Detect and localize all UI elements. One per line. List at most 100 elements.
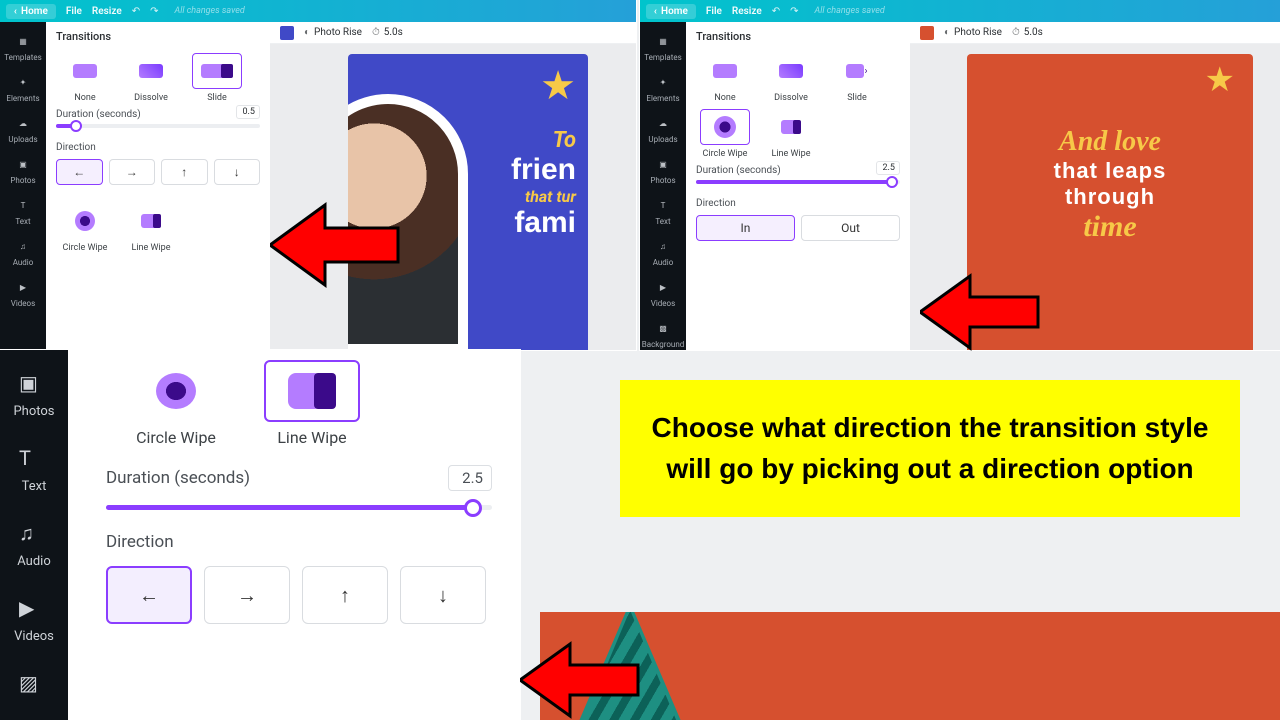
timing-picker[interactable]: ⏱5.0s <box>372 27 403 38</box>
star-icon[interactable]: ★ <box>1205 60 1235 100</box>
direction-label: Direction <box>98 526 500 556</box>
canvas-toolbar: ◐Photo Rise ⏱5.0s <box>270 22 636 44</box>
sidebar-item-photos[interactable]: ▣Photos <box>0 356 68 431</box>
duration-value[interactable]: 0.5 <box>236 105 260 119</box>
duration-value[interactable]: 2.5 <box>448 465 492 491</box>
canvas-toolbar: ◐Photo Rise ⏱5.0s <box>910 22 1280 44</box>
direction-label: Direction <box>46 134 270 155</box>
design-page-crop <box>540 612 1280 720</box>
sidebar-item-audio[interactable]: ♫Audio <box>640 233 686 272</box>
direction-down-button[interactable]: ↓ <box>400 566 486 624</box>
transitions-panel: Transitions None Dissolve Slide Duration… <box>46 22 270 350</box>
text-line[interactable]: that tur <box>511 187 576 206</box>
home-button[interactable]: ›Home <box>6 4 56 19</box>
tutorial-callout: Choose what direction the transition sty… <box>620 380 1240 517</box>
resize-menu[interactable]: Resize <box>732 6 762 17</box>
redo-icon[interactable]: ↷ <box>150 6 158 17</box>
design-page[interactable]: ★ To frien that tur fami <box>348 54 588 350</box>
audio-icon: ♫ <box>14 238 32 256</box>
direction-label: Direction <box>686 190 910 211</box>
save-status: All changes saved <box>815 6 885 16</box>
effect-icon: ◐ <box>304 27 310 38</box>
transition-slide[interactable]: Slide <box>188 53 246 103</box>
canvas-area[interactable]: ★ To frien that tur fami <box>270 44 636 350</box>
sidebar-item-videos[interactable]: ▶Videos <box>640 274 686 313</box>
undo-icon[interactable]: ↶ <box>132 6 140 17</box>
templates-icon: ▦ <box>14 33 32 51</box>
direction-right-button[interactable]: → <box>204 566 290 624</box>
text-line[interactable]: fami <box>511 206 576 240</box>
transition-dissolve[interactable]: Dissolve <box>122 53 180 103</box>
duration-slider[interactable] <box>106 505 492 510</box>
sidebar-item-more[interactable]: ▨ <box>0 656 68 710</box>
duration-slider[interactable] <box>56 124 260 128</box>
star-icon[interactable]: ★ <box>540 62 576 109</box>
sidebar-item-text[interactable]: TText <box>0 192 46 231</box>
transition-none[interactable]: None <box>696 53 754 103</box>
effect-picker[interactable]: ◐Photo Rise <box>944 27 1002 38</box>
sidebar-item-elements[interactable]: ✦Elements <box>640 69 686 108</box>
text-line[interactable]: frien <box>511 153 576 187</box>
transition-line-wipe[interactable]: Line Wipe <box>122 203 180 253</box>
clock-icon: ⏱ <box>372 27 380 38</box>
sidebar-item-videos[interactable]: ▶Videos <box>0 274 46 313</box>
sidebar-item-photos[interactable]: ▣Photos <box>0 151 46 190</box>
sidebar-item-elements[interactable]: ✦Elements <box>0 69 46 108</box>
duration-value[interactable]: 2.5 <box>876 161 900 175</box>
transition-none[interactable]: None <box>56 53 114 103</box>
sidebar-item-audio[interactable]: ♫Audio <box>0 506 68 581</box>
text-line[interactable]: To <box>511 128 576 153</box>
photo-element[interactable] <box>348 94 468 350</box>
timing-picker[interactable]: ⏱5.0s <box>1012 27 1043 38</box>
save-status: All changes saved <box>175 6 245 16</box>
transition-slide[interactable]: ›Slide <box>828 53 886 103</box>
file-menu[interactable]: File <box>66 6 82 17</box>
direction-up-button[interactable]: ↑ <box>161 159 208 185</box>
sidebar-item-text[interactable]: TText <box>640 192 686 231</box>
transition-line-wipe[interactable]: Line Wipe <box>762 109 820 159</box>
direction-in-button[interactable]: In <box>696 215 795 241</box>
direction-down-button[interactable]: ↓ <box>214 159 261 185</box>
sidebar-item-photos[interactable]: ▣Photos <box>640 151 686 190</box>
design-page[interactable]: ★ And love that leaps through time <box>967 54 1253 350</box>
home-button[interactable]: ›Home <box>646 4 696 19</box>
direction-left-button[interactable]: ← <box>106 566 192 624</box>
sidebar-item-uploads[interactable]: ☁Uploads <box>0 110 46 149</box>
transition-line-wipe[interactable]: Line Wipe <box>264 360 360 447</box>
sidebar-item-background[interactable]: ▩Background <box>640 315 686 354</box>
transition-dissolve[interactable]: Dissolve <box>762 53 820 103</box>
effect-picker[interactable]: ◐Photo Rise <box>304 27 362 38</box>
sidebar-item-uploads[interactable]: ☁Uploads <box>640 110 686 149</box>
sidebar-item-templates[interactable]: ▦Templates <box>0 28 46 67</box>
text-line[interactable]: that leaps <box>967 158 1253 184</box>
redo-icon[interactable]: ↷ <box>790 6 798 17</box>
transition-circle-wipe[interactable]: Circle Wipe <box>696 109 754 159</box>
direction-out-button[interactable]: Out <box>801 215 900 241</box>
panel-title: Transitions <box>46 22 270 47</box>
direction-up-button[interactable]: ↑ <box>302 566 388 624</box>
duration-slider[interactable] <box>696 180 900 184</box>
triangle-decoration <box>570 612 690 720</box>
canvas-area[interactable]: ★ And love that leaps through time <box>910 44 1280 350</box>
uploads-icon: ☁ <box>14 115 32 133</box>
sidebar-item-text[interactable]: TText <box>0 431 68 506</box>
tool-sidebar: ▦Templates ✦Elements ☁Uploads ▣Photos TT… <box>640 22 686 350</box>
transition-circle-wipe[interactable]: Circle Wipe <box>56 203 114 253</box>
resize-menu[interactable]: Resize <box>92 6 122 17</box>
sidebar-item-videos[interactable]: ▶Videos <box>0 581 68 656</box>
panel-title: Transitions <box>686 22 910 47</box>
page-color-swatch[interactable] <box>280 26 294 40</box>
tool-sidebar: ▣Photos TText ♫Audio ▶Videos ▨ <box>0 350 68 720</box>
file-menu[interactable]: File <box>706 6 722 17</box>
text-line[interactable]: through <box>967 184 1253 210</box>
direction-right-button[interactable]: → <box>109 159 156 185</box>
transition-circle-wipe[interactable]: Circle Wipe <box>128 360 224 447</box>
sidebar-item-audio[interactable]: ♫Audio <box>0 233 46 272</box>
page-color-swatch[interactable] <box>920 26 934 40</box>
direction-left-button[interactable]: ← <box>56 159 103 185</box>
sidebar-item-templates[interactable]: ▦Templates <box>640 28 686 67</box>
text-line[interactable]: time <box>967 210 1253 244</box>
text-line[interactable]: And love <box>967 126 1253 158</box>
chevron-left-icon: › <box>14 6 17 17</box>
undo-icon[interactable]: ↶ <box>772 6 780 17</box>
